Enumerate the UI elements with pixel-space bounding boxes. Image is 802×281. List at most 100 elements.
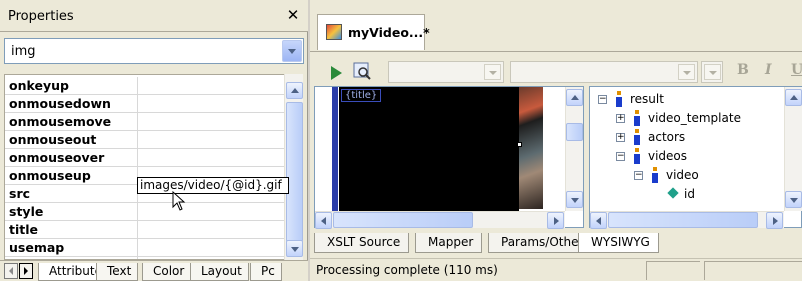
scroll-left-icon[interactable] bbox=[590, 212, 607, 229]
tab-scroll-left-icon[interactable] bbox=[4, 263, 18, 279]
element-icon bbox=[650, 167, 660, 183]
property-name: usemap bbox=[9, 240, 65, 255]
property-row[interactable]: onmouseout bbox=[5, 131, 285, 149]
properties-title-bar: Properties ✕ bbox=[0, 0, 308, 32]
scroll-thumb[interactable] bbox=[286, 102, 303, 242]
status-bar: Processing complete (110 ms) bbox=[310, 258, 802, 281]
property-row[interactable]: onmouseover bbox=[5, 149, 285, 167]
tree-horizontal-scrollbar[interactable] bbox=[590, 211, 784, 229]
collapse-icon[interactable]: − bbox=[616, 152, 625, 161]
tab-xslt-source[interactable]: XSLT Source bbox=[314, 233, 410, 253]
property-value-cell[interactable] bbox=[137, 131, 285, 148]
design-horizontal-scrollbar[interactable] bbox=[315, 211, 565, 229]
chevron-down-icon[interactable] bbox=[282, 40, 302, 62]
bold-button[interactable]: B bbox=[737, 62, 749, 78]
design-vertical-scrollbar[interactable] bbox=[565, 87, 583, 211]
scroll-thumb[interactable] bbox=[333, 212, 473, 228]
tab-scroll-right-icon[interactable] bbox=[19, 263, 33, 279]
element-icon bbox=[614, 91, 624, 107]
property-row[interactable]: onkeyup bbox=[5, 77, 285, 95]
mouse-cursor-icon bbox=[172, 191, 186, 211]
property-grid-scrollbar[interactable] bbox=[284, 74, 303, 260]
selection-handle[interactable] bbox=[517, 142, 522, 147]
collapse-icon[interactable]: − bbox=[634, 171, 643, 180]
tree-node-label: actors bbox=[648, 130, 686, 144]
italic-button[interactable]: I bbox=[765, 62, 772, 78]
chevron-down-icon[interactable] bbox=[484, 64, 501, 80]
property-name: onmouseover bbox=[9, 150, 105, 165]
property-grid: onkeyup onmousedown onmousemove onmouseout o… bbox=[4, 74, 286, 260]
property-name: src bbox=[9, 186, 31, 201]
scroll-up-icon[interactable] bbox=[785, 89, 802, 106]
scroll-down-icon[interactable] bbox=[785, 191, 802, 208]
scroll-down-icon[interactable] bbox=[286, 240, 303, 257]
font-combo[interactable] bbox=[510, 61, 698, 83]
style-combo[interactable] bbox=[388, 61, 504, 83]
tree-node-label: video bbox=[666, 168, 699, 182]
scroll-left-icon[interactable] bbox=[315, 212, 332, 229]
title-placeholder[interactable]: {title} bbox=[341, 89, 382, 102]
tree-node-label: videos bbox=[648, 149, 688, 163]
tab-pc[interactable]: Pc bbox=[250, 263, 282, 281]
property-value-cell[interactable] bbox=[137, 95, 285, 112]
scroll-down-icon[interactable] bbox=[566, 191, 583, 208]
status-cell bbox=[704, 261, 802, 280]
property-value-cell[interactable] bbox=[137, 113, 285, 130]
property-name: onmouseout bbox=[9, 132, 97, 147]
scroll-thumb[interactable] bbox=[608, 212, 758, 228]
expand-icon[interactable]: + bbox=[616, 133, 625, 142]
property-name: onmousedown bbox=[9, 96, 111, 111]
underline-button[interactable]: U bbox=[791, 62, 802, 78]
tree-vertical-scrollbar[interactable] bbox=[784, 87, 802, 211]
properties-tab-strip: Attribute Text Color Layout Pc bbox=[0, 260, 308, 281]
src-value-editor[interactable]: images/video/{@id}.gif bbox=[137, 177, 289, 194]
chevron-down-icon[interactable] bbox=[678, 64, 695, 80]
scroll-up-icon[interactable] bbox=[286, 82, 303, 99]
document-tab[interactable]: myVideo...* bbox=[317, 14, 430, 50]
close-icon[interactable]: ✕ bbox=[284, 6, 302, 24]
collapse-icon[interactable]: − bbox=[598, 95, 607, 104]
property-value-cell[interactable] bbox=[137, 77, 285, 94]
expand-icon[interactable]: + bbox=[616, 114, 625, 123]
element-icon bbox=[632, 148, 642, 164]
tab-color[interactable]: Color bbox=[142, 263, 192, 281]
tab-text[interactable]: Text bbox=[96, 263, 139, 281]
tab-wysiwyg[interactable]: WYSIWYG bbox=[578, 233, 659, 253]
element-select[interactable]: img bbox=[4, 38, 304, 64]
tree-node-label: result bbox=[630, 92, 664, 106]
property-value-cell[interactable] bbox=[137, 239, 285, 256]
property-name: onmouseup bbox=[9, 168, 91, 183]
tab-layout[interactable]: Layout bbox=[190, 263, 249, 281]
tree-node-label: id bbox=[684, 187, 695, 201]
scroll-thumb[interactable] bbox=[566, 123, 583, 141]
scroll-right-icon[interactable] bbox=[766, 212, 783, 229]
property-value-cell[interactable] bbox=[137, 149, 285, 166]
property-row[interactable]: onmousedown bbox=[5, 95, 285, 113]
wysiwyg-design-pane[interactable]: {title} bbox=[314, 86, 584, 228]
tab-params-other[interactable]: Params/Other bbox=[488, 233, 593, 253]
property-value-cell[interactable] bbox=[137, 221, 285, 238]
attribute-icon bbox=[668, 186, 678, 202]
property-row[interactable]: title bbox=[5, 221, 285, 239]
properties-title: Properties bbox=[8, 9, 74, 24]
property-row[interactable]: style bbox=[5, 203, 285, 221]
document-tab-label: myVideo...* bbox=[348, 25, 430, 40]
element-icon bbox=[632, 129, 642, 145]
element-icon bbox=[632, 110, 642, 126]
property-row[interactable]: usemap bbox=[5, 239, 285, 257]
size-combo[interactable] bbox=[701, 61, 723, 83]
chevron-down-icon[interactable] bbox=[704, 64, 721, 80]
status-text: Processing complete (110 ms) bbox=[316, 263, 498, 277]
schema-tree-pane[interactable]: − result + video_template + actors − videos − vid… bbox=[589, 86, 802, 228]
property-value-cell[interactable] bbox=[137, 203, 285, 220]
scroll-right-icon[interactable] bbox=[547, 212, 564, 229]
element-select-value: img bbox=[11, 44, 36, 59]
play-icon[interactable] bbox=[331, 66, 342, 80]
scroll-up-icon[interactable] bbox=[566, 89, 583, 106]
tab-mapper[interactable]: Mapper bbox=[415, 233, 483, 253]
video-background bbox=[339, 87, 519, 211]
property-name: title bbox=[9, 222, 38, 237]
preview-icon[interactable] bbox=[352, 61, 372, 81]
property-row[interactable]: onmousemove bbox=[5, 113, 285, 131]
video-image[interactable] bbox=[519, 87, 543, 209]
